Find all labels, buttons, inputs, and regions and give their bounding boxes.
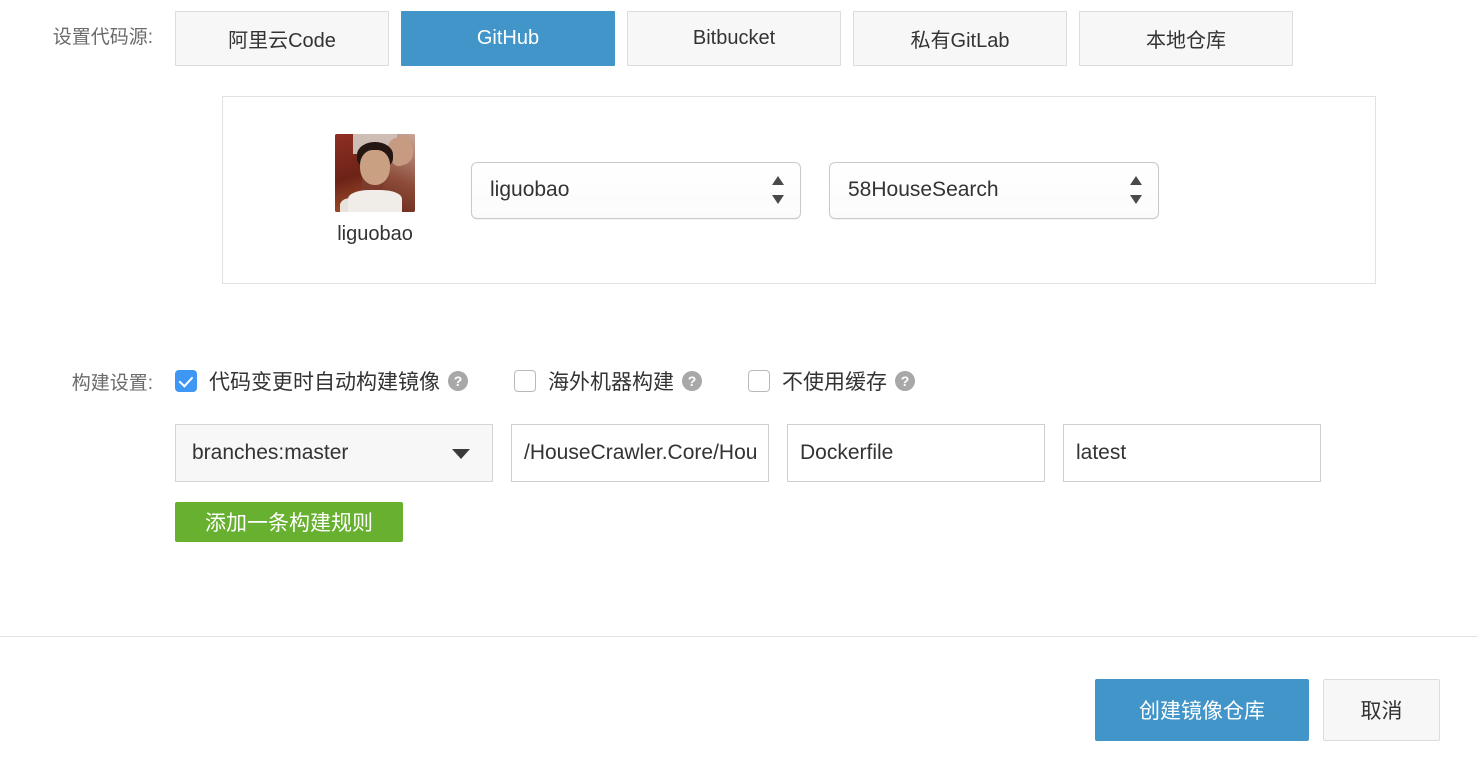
chevron-down-icon <box>452 449 470 459</box>
stepper-arrows-icon <box>771 176 784 204</box>
footer-divider <box>0 636 1478 637</box>
tab-bitbucket[interactable]: Bitbucket <box>627 11 841 66</box>
footer-actions: 创建镜像仓库 取消 <box>1095 679 1440 741</box>
build-checkbox-group: 代码变更时自动构建镜像 ? 海外机器构建 ? 不使用缓存 ? <box>175 368 1321 394</box>
source-tabs: 阿里云Code GitHub Bitbucket 私有GitLab 本地仓库 <box>175 11 1293 66</box>
account-name: liguobao <box>337 223 413 245</box>
owner-select-value: liguobao <box>490 178 570 201</box>
help-icon[interactable]: ? <box>448 371 468 391</box>
cancel-label: 取消 <box>1360 700 1403 723</box>
source-settings-label: 设置代码源: <box>52 27 153 48</box>
build-context-input[interactable] <box>511 424 769 482</box>
source-settings-row: 设置代码源: 阿里云Code GitHub Bitbucket 私有GitLab… <box>0 0 1478 66</box>
build-rule-row: branches:master <box>175 424 1321 482</box>
add-build-rule-button[interactable]: 添加一条构建规则 <box>175 502 403 542</box>
tab-local-repository-label: 本地仓库 <box>1146 30 1226 52</box>
avatar <box>335 134 415 212</box>
checkbox-no-cache-box[interactable] <box>748 370 770 392</box>
checkbox-no-cache-label: 不使用缓存 <box>782 371 887 394</box>
help-icon[interactable]: ? <box>895 371 915 391</box>
tab-github[interactable]: GitHub <box>401 11 615 66</box>
account-block: liguobao <box>315 134 435 246</box>
checkbox-auto-build-box[interactable] <box>175 370 197 392</box>
help-icon[interactable]: ? <box>682 371 702 391</box>
tab-bitbucket-label: Bitbucket <box>692 27 776 49</box>
build-settings-label: 构建设置: <box>71 373 153 394</box>
tab-local-repository[interactable]: 本地仓库 <box>1079 11 1293 66</box>
create-repository-label: 创建镜像仓库 <box>1139 700 1265 723</box>
add-build-rule-label: 添加一条构建规则 <box>205 512 373 535</box>
tab-private-gitlab-label: 私有GitLab <box>910 30 1010 52</box>
checkbox-overseas-build[interactable]: 海外机器构建 ? <box>514 366 702 396</box>
image-tag-input[interactable] <box>1063 424 1321 482</box>
cancel-button[interactable]: 取消 <box>1323 679 1440 741</box>
branch-dropdown[interactable]: branches:master <box>175 424 493 482</box>
build-settings-content: 代码变更时自动构建镜像 ? 海外机器构建 ? 不使用缓存 ? branches:… <box>175 368 1321 542</box>
owner-select[interactable]: liguobao <box>471 161 801 219</box>
stepper-arrows-icon <box>1129 176 1142 204</box>
checkbox-overseas-build-box[interactable] <box>514 370 536 392</box>
dockerfile-name-input[interactable] <box>787 424 1045 482</box>
build-settings-row: 构建设置: 代码变更时自动构建镜像 ? 海外机器构建 ? 不使用缓存 ? bra… <box>0 368 1478 542</box>
repository-select[interactable]: 58HouseSearch <box>829 161 1159 219</box>
repository-select-value: 58HouseSearch <box>848 178 999 201</box>
checkbox-auto-build[interactable]: 代码变更时自动构建镜像 ? <box>175 366 468 396</box>
repository-panel-wrapper: liguobao liguobao 58HouseSearch <box>0 96 1478 284</box>
repository-panel: liguobao liguobao 58HouseSearch <box>222 96 1376 284</box>
checkbox-no-cache[interactable]: 不使用缓存 ? <box>748 366 915 396</box>
branch-dropdown-value: branches:master <box>192 441 349 464</box>
tab-aliyun-code-label: 阿里云Code <box>228 30 336 52</box>
tab-aliyun-code[interactable]: 阿里云Code <box>175 11 389 66</box>
checkbox-auto-build-label: 代码变更时自动构建镜像 <box>209 371 440 394</box>
create-repository-button[interactable]: 创建镜像仓库 <box>1095 679 1309 741</box>
tab-github-label: GitHub <box>476 27 540 49</box>
tab-private-gitlab[interactable]: 私有GitLab <box>853 11 1067 66</box>
checkbox-overseas-build-label: 海外机器构建 <box>548 371 674 394</box>
